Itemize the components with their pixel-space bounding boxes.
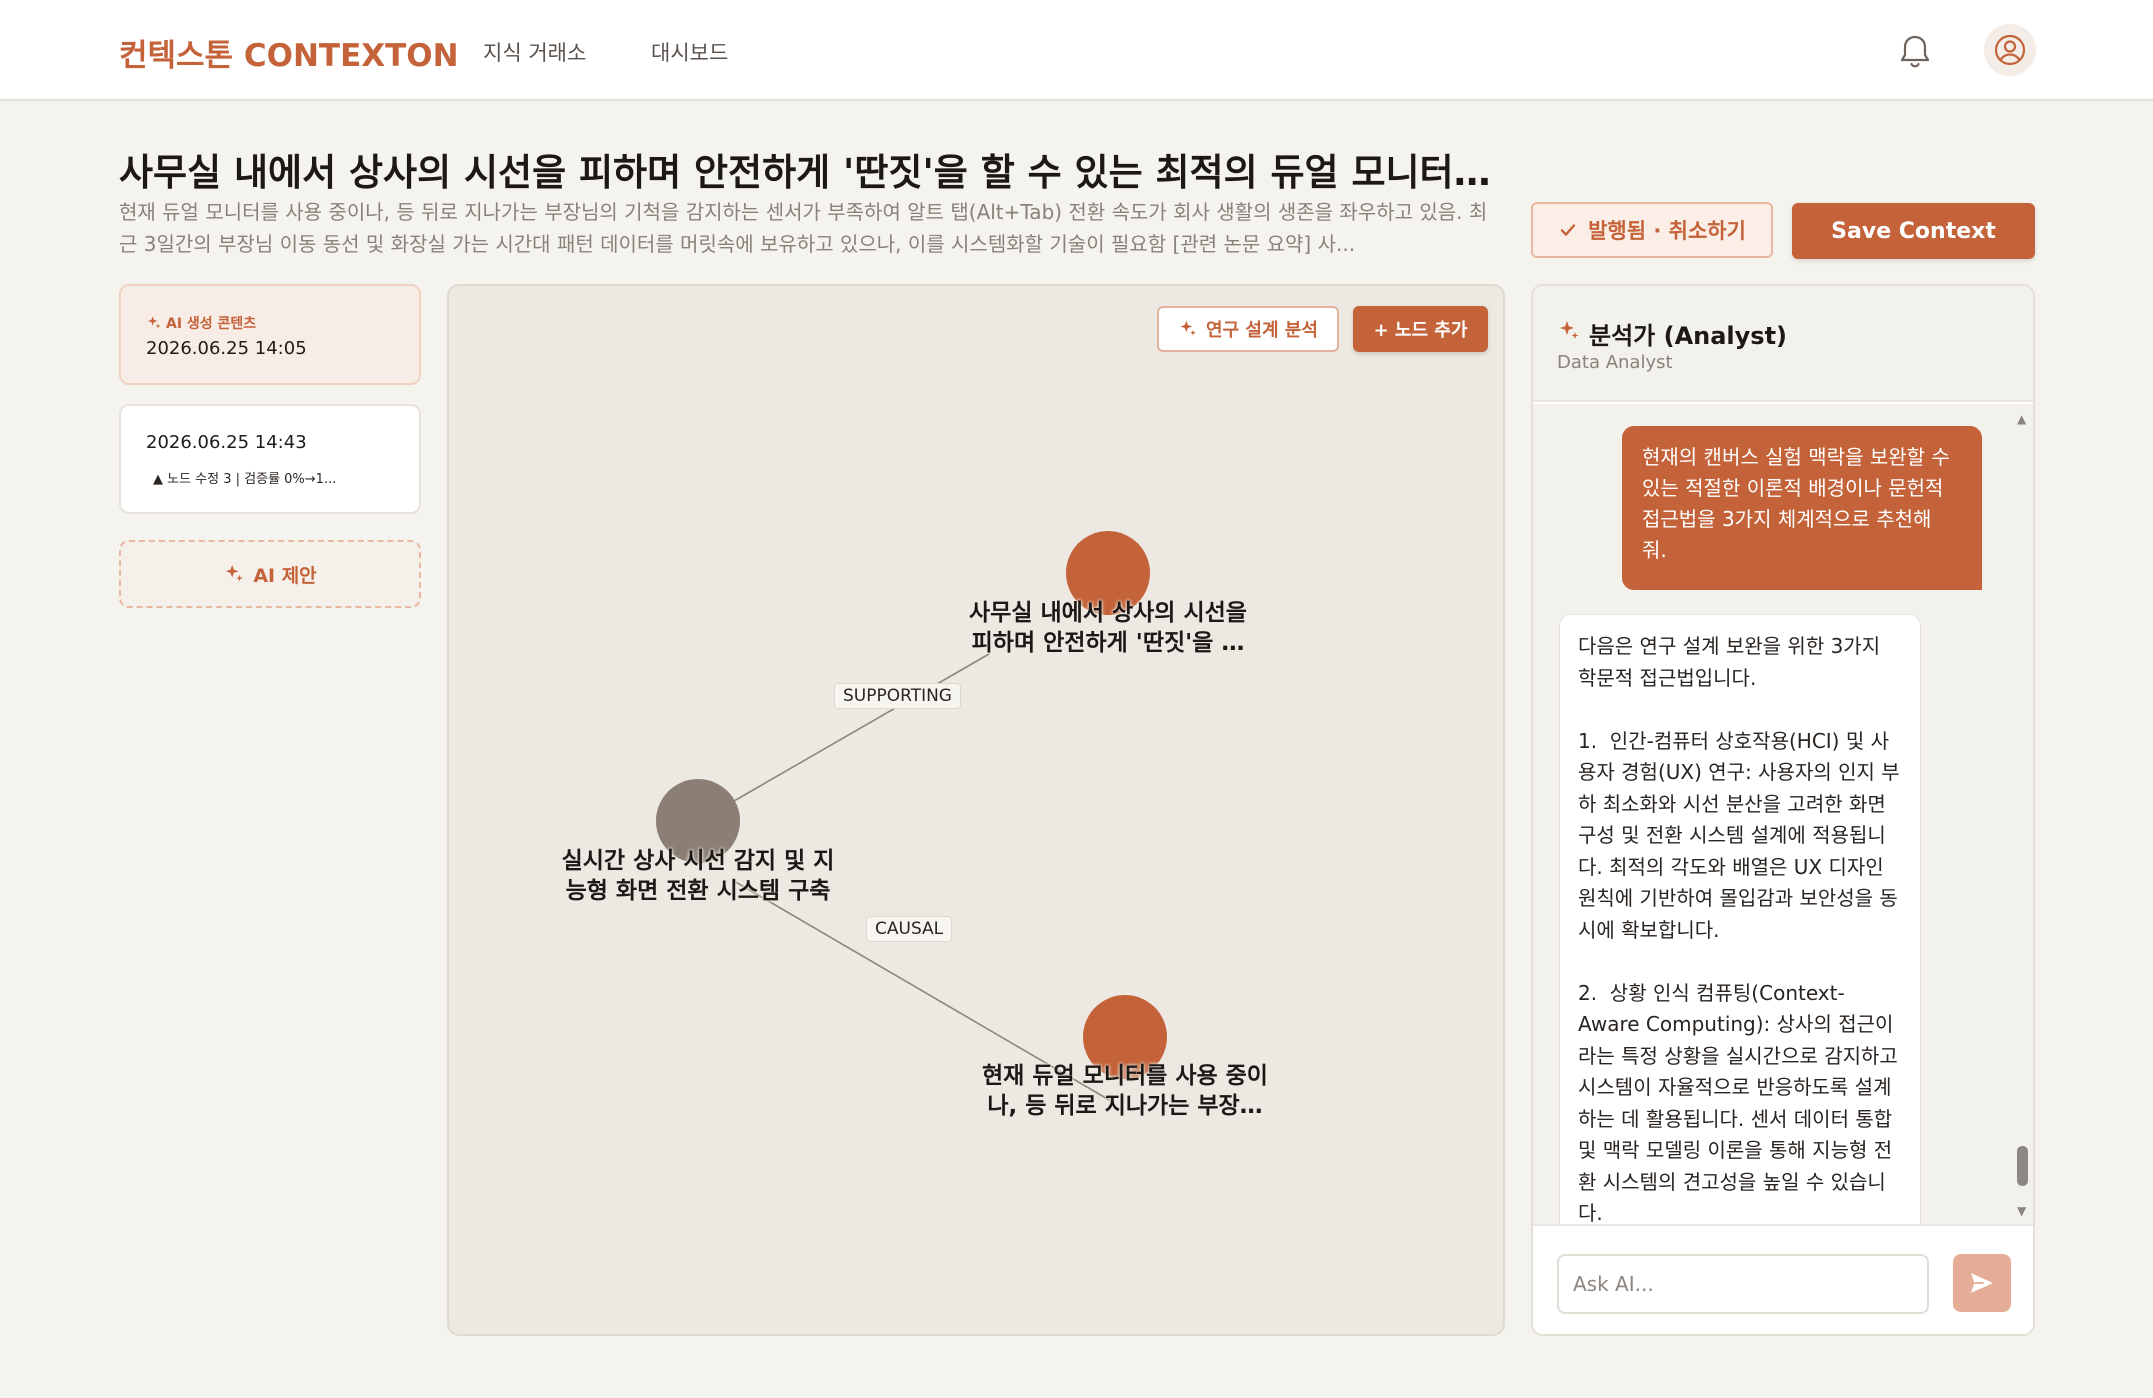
ai-suggest-label: AI 제안	[253, 564, 317, 587]
ai-suggest-button[interactable]: AI 제안	[119, 540, 421, 608]
graph-svg	[656, 531, 1167, 1102]
chat-subtitle: Data Analyst	[1557, 352, 1673, 373]
page-description: 현재 듀얼 모니터를 사용 중이나, 등 뒤로 지나가는 부장님의 기척을 감지…	[119, 200, 1488, 256]
analyst-chat-panel: 분석가 (Analyst) Data Analyst 현재의 캔버스 실험 맥락…	[1531, 284, 2035, 1336]
node-label-line: 사무실 내에서 상사의 시선을	[969, 600, 1247, 626]
version-card-ai-generated[interactable]: AI 생성 콘텐츠 2026.06.25 14:05	[119, 284, 421, 385]
chat-input-area	[1533, 1224, 2033, 1334]
version-diff-summary: ▲ 노드 수정 3 | 검증률 0%→1...	[153, 472, 337, 487]
notification-bell-icon[interactable]	[1893, 29, 1937, 73]
version-card-edited[interactable]: 2026.06.25 14:43 ▲ 노드 수정 3 | 검증률 0%→1...	[119, 404, 421, 514]
top-navigation-bar: 컨텍스톤 CONTEXTON 지식 거래소 대시보드	[0, 0, 2153, 101]
edge-supporting-line	[733, 653, 990, 802]
nav-link-dashboard[interactable]: 대시보드	[651, 37, 728, 67]
research-design-analysis-label: 연구 설계 분석	[1206, 320, 1318, 341]
chat-header: 분석가 (Analyst) Data Analyst	[1533, 286, 2033, 402]
node-label-line: 현재 듀얼 모니터를 사용 중이	[982, 1063, 1268, 1089]
node-label-line: 피하며 안전하게 '딴짓'을 …	[971, 630, 1245, 656]
sparkle-icon	[1560, 321, 1579, 339]
sparkle-icon	[226, 564, 244, 582]
graph-canvas[interactable]: 연구 설계 분석 + 노드 추가 SUPPORTING CAUSAL 사무실 내…	[447, 284, 1505, 1336]
scroll-down-arrow-icon[interactable]: ▼	[2017, 1204, 2026, 1218]
page-title: 사무실 내에서 상사의 시선을 피하며 안전하게 '딴짓'을 할 수 있는 최적…	[119, 151, 1499, 194]
ai-message: 다음은 연구 설계 보완을 위한 3가지 학문적 접근법입니다. 1. 인간-컴…	[1559, 614, 1921, 1224]
send-icon	[1970, 1273, 1994, 1293]
sparkle-icon	[148, 316, 161, 329]
check-icon	[1560, 224, 1576, 236]
save-context-button[interactable]: Save Context	[1792, 203, 2035, 259]
node-label-line: 나, 등 뒤로 지나가는 부장…	[987, 1093, 1263, 1119]
published-cancel-button[interactable]: 발행됨 · 취소하기	[1531, 202, 1773, 258]
ai-generated-tag-label: AI 생성 콘텐츠	[166, 316, 257, 332]
send-button[interactable]	[1953, 1254, 2011, 1312]
graph-node-hypothesis-label[interactable]: 실시간 상사 시선 감지 및 지 능형 화면 전환 시스템 구축	[539, 846, 857, 906]
app-logo[interactable]: 컨텍스톤 CONTEXTON	[119, 30, 459, 75]
user-message: 현재의 캔버스 실험 맥락을 보완할 수 있는 적절한 이론적 배경이나 문헌적…	[1622, 426, 1982, 590]
version-date: 2026.06.25 14:05	[146, 338, 307, 359]
scroll-thumb[interactable]	[2017, 1146, 2028, 1186]
nav-link-knowledge-exchange[interactable]: 지식 거래소	[483, 37, 586, 67]
graph-node-goal-label[interactable]: 사무실 내에서 상사의 시선을 피하며 안전하게 '딴짓'을 …	[949, 598, 1267, 658]
edge-label-supporting: SUPPORTING	[834, 683, 961, 709]
ask-ai-input[interactable]	[1557, 1254, 1929, 1314]
chat-scrollbar[interactable]: ▲ ▼	[2015, 404, 2029, 1224]
research-design-analysis-button[interactable]: 연구 설계 분석	[1157, 306, 1339, 352]
user-avatar-icon[interactable]	[1984, 24, 2036, 76]
node-label-line: 실시간 상사 시선 감지 및 지	[561, 848, 835, 874]
scroll-up-arrow-icon[interactable]: ▲	[2017, 412, 2026, 426]
chat-title: 분석가 (Analyst)	[1589, 322, 1788, 350]
published-cancel-label: 발행됨 · 취소하기	[1588, 219, 1746, 243]
sparkle-icon	[1180, 320, 1196, 336]
graph-node-context-label[interactable]: 현재 듀얼 모니터를 사용 중이 나, 등 뒤로 지나가는 부장…	[966, 1061, 1284, 1121]
version-date: 2026.06.25 14:43	[146, 432, 307, 453]
add-node-button[interactable]: + 노드 추가	[1353, 306, 1488, 352]
node-label-line: 능형 화면 전환 시스템 구축	[565, 878, 831, 904]
edge-label-causal: CAUSAL	[866, 916, 953, 942]
ai-generated-tag: AI 생성 콘텐츠	[146, 313, 256, 333]
chat-messages[interactable]: 현재의 캔버스 실험 맥락을 보완할 수 있는 적절한 이론적 배경이나 문헌적…	[1533, 404, 2033, 1224]
